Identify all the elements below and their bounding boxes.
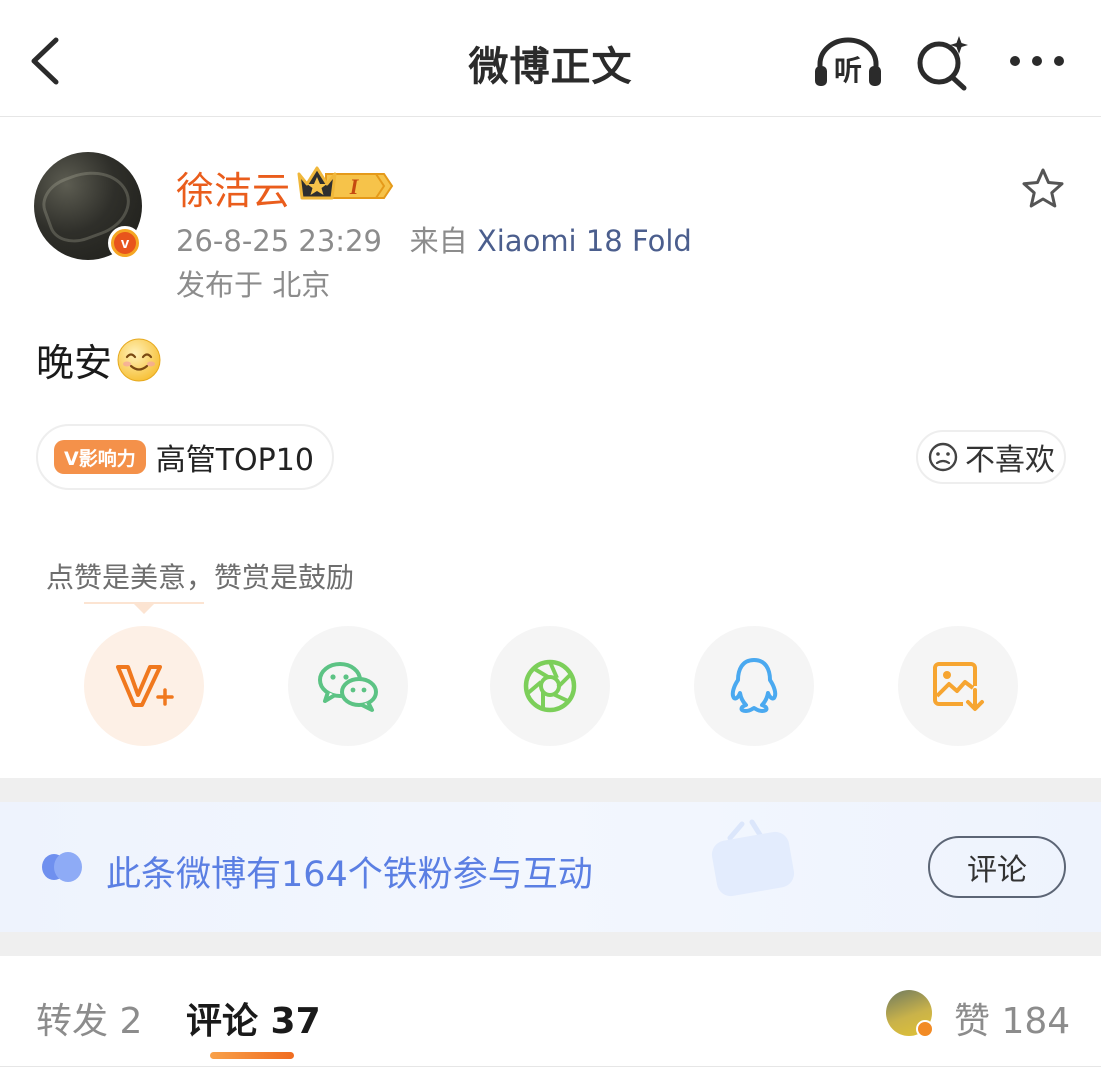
section-divider-2 <box>0 932 1101 956</box>
tip-arrow <box>132 602 156 614</box>
star-icon <box>1022 168 1064 208</box>
listen-button[interactable]: 听 <box>812 36 884 88</box>
verified-mark: v <box>114 232 136 254</box>
wechat-icon <box>318 662 378 712</box>
section-divider <box>0 778 1101 802</box>
save-image-button[interactable] <box>898 626 1018 746</box>
back-button[interactable] <box>24 34 68 88</box>
chevron-left-icon <box>31 37 59 85</box>
tab-likes[interactable]: 赞 184 <box>954 992 1070 1044</box>
v-plus-icon <box>116 665 174 707</box>
post-content: 晚安 <box>36 332 162 387</box>
post-timestamp: 26-8-25 23:29 <box>176 224 382 258</box>
author-name[interactable]: 徐洁云 <box>176 160 290 215</box>
member-level: I <box>349 174 360 199</box>
qq-penguin-icon <box>730 658 778 713</box>
image-download-icon <box>933 662 984 711</box>
post-location: 发布于 北京 <box>176 268 331 302</box>
reward-button[interactable] <box>84 626 204 746</box>
reward-tip: 点赞是美意，赞赏是鼓励 <box>46 561 355 594</box>
source-prefix: 来自 <box>409 224 468 258</box>
iron-fans-icon <box>40 850 84 884</box>
crown-icon: I <box>297 166 394 200</box>
tab-comment[interactable]: 评论 37 <box>186 992 321 1044</box>
aperture-icon <box>523 659 577 713</box>
dislike-label: 不喜欢 <box>965 443 1055 478</box>
share-wechat-button[interactable] <box>288 626 408 746</box>
search-sparkle-icon <box>917 36 968 91</box>
post-meta: 26-8-25 23:29 来自 Xiaomi 18 Fold <box>176 218 692 260</box>
smiling-face-emoji-icon <box>117 338 161 381</box>
listen-label: 听 <box>834 54 862 87</box>
active-tab-indicator <box>210 1052 294 1059</box>
tv-watermark-icon <box>711 819 795 897</box>
more-button[interactable] <box>1006 46 1068 76</box>
more-dots-icon <box>1010 56 1064 66</box>
tab-repost[interactable]: 转发 2 <box>36 992 142 1044</box>
share-moments-button[interactable] <box>490 626 610 746</box>
fans-comment-button[interactable]: 评论 <box>928 836 1066 898</box>
post-source-link[interactable]: Xiaomi 18 Fold <box>477 224 692 258</box>
search-button[interactable] <box>914 34 972 92</box>
iron-fans-text: 此条微博有164个铁粉参与互动 <box>106 855 593 895</box>
sad-face-icon <box>928 442 958 472</box>
member-crown-badge[interactable]: I <box>296 162 396 206</box>
bottom-divider <box>0 1066 1101 1067</box>
verified-badge: v <box>108 226 142 260</box>
post-text: 晚安 <box>36 341 113 385</box>
favorite-button[interactable] <box>1020 166 1066 212</box>
share-qq-button[interactable] <box>694 626 814 746</box>
influence-label: 高管TOP10 <box>155 443 314 478</box>
dislike-button[interactable]: 不喜欢 <box>916 430 1066 484</box>
influence-tag: V影响力 <box>54 440 146 474</box>
liker-verified-badge <box>916 1020 934 1038</box>
headphones-icon: 听 <box>815 37 881 87</box>
influence-pill[interactable]: V影响力 高管TOP10 <box>36 424 334 490</box>
